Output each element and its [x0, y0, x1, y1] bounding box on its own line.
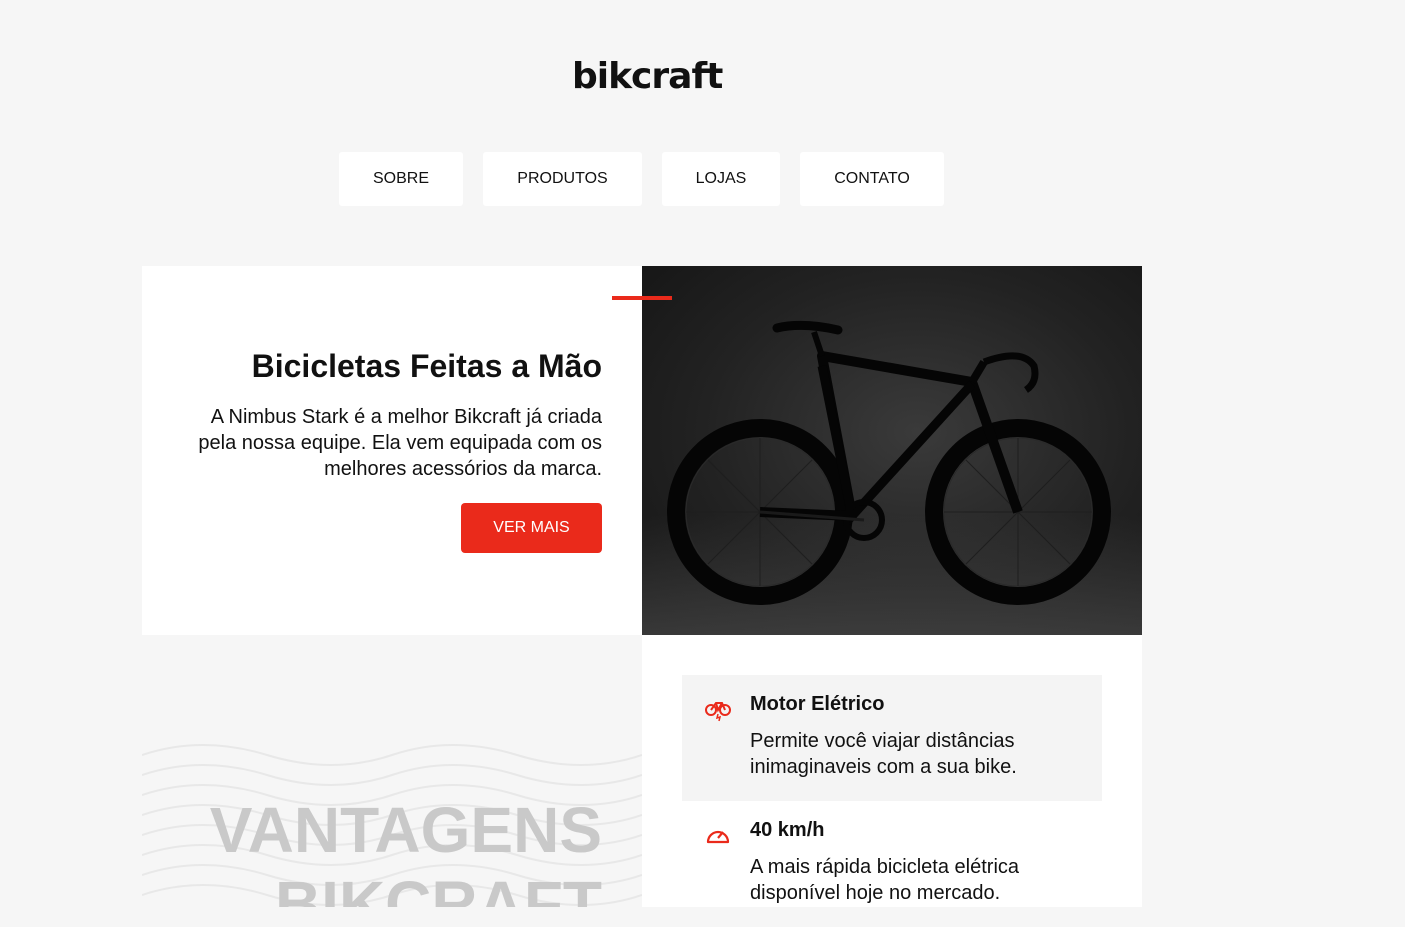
bike-illustration	[667, 320, 1111, 605]
feature-description: A mais rápida bicicleta elétrica disponí…	[750, 856, 1020, 904]
ver-mais-button[interactable]: VER MAIS	[461, 503, 602, 553]
feature-item-motor[interactable]: Motor Elétrico Permite você viajar distâ…	[682, 675, 1102, 801]
advantages-title: VANTAGENS BIKCRAFT	[210, 793, 602, 907]
nav-produtos[interactable]: PRODUTOS	[483, 152, 642, 206]
nav-contato[interactable]: CONTATO	[800, 152, 944, 206]
electric-bike-icon	[705, 702, 731, 722]
accent-line	[612, 296, 672, 300]
advantages-title-line2: BIKCRAFT	[274, 868, 602, 907]
hero-title: Bicicletas Feitas a Mão	[251, 348, 602, 384]
nav-sobre[interactable]: SOBRE	[339, 152, 463, 206]
hero-description: A Nimbus Stark é a melhor Bikcraft já cr…	[198, 406, 602, 480]
nav-lojas[interactable]: LOJAS	[662, 152, 780, 206]
feature-item-speed[interactable]: 40 km/h A mais rápida bicicleta elétrica…	[682, 801, 1102, 927]
advantages-list: Motor Elétrico Permite você viajar distâ…	[642, 635, 1142, 907]
speedometer-icon	[706, 830, 730, 844]
site-logo[interactable]: bikcraft	[572, 56, 723, 97]
hero-bike-image	[642, 266, 1142, 635]
advantages-title-line1: VANTAGENS	[209, 794, 602, 866]
main-nav: SOBRE PRODUTOS LOJAS CONTATO	[339, 152, 944, 206]
feature-description: Permite você viajar distâncias inimagina…	[750, 730, 1017, 778]
feature-title: Motor Elétrico	[750, 693, 885, 715]
hero-text-panel: Bicicletas Feitas a Mão A Nimbus Stark é…	[142, 266, 642, 635]
feature-title: 40 km/h	[750, 819, 825, 841]
advantages-heading-panel: VANTAGENS BIKCRAFT	[142, 635, 642, 907]
